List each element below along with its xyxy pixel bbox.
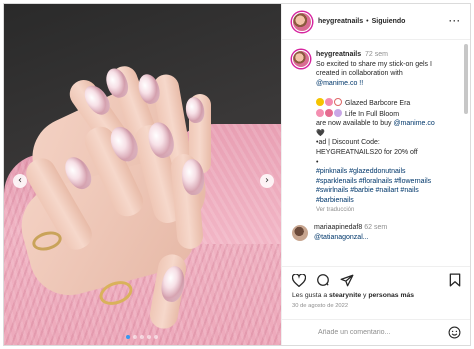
- likes-user[interactable]: stearynite: [329, 292, 361, 299]
- pink-heart-emoji-icon: [325, 97, 333, 106]
- tulip-emoji-icon: [325, 108, 333, 117]
- carousel-dot: [147, 335, 151, 339]
- caption-text: heygreatnails 72 sem So excited to share…: [316, 50, 435, 215]
- caption-mention[interactable]: @manime.co: [393, 120, 434, 127]
- caption-line: created in collaboration with: [316, 70, 403, 78]
- post-modal: ‹ › heygreatnails • Siguiendo ··· heygre…: [3, 3, 471, 346]
- avatar[interactable]: [292, 11, 312, 32]
- post-side-panel: heygreatnails • Siguiendo ··· heygreatna…: [281, 4, 470, 345]
- carousel-dot: [154, 335, 158, 339]
- following-button[interactable]: Siguiendo: [372, 18, 406, 25]
- next-arrow-icon[interactable]: ›: [260, 174, 274, 188]
- black-heart-emoji-icon: 🖤: [316, 129, 325, 137]
- add-comment-input[interactable]: [318, 329, 448, 336]
- caption-area: heygreatnails 72 sem So excited to share…: [282, 41, 462, 259]
- prev-arrow-icon[interactable]: ‹: [13, 174, 27, 188]
- post-date[interactable]: 30 de agosto de 2022: [292, 303, 461, 309]
- sparkle-emoji-icon: [334, 108, 342, 117]
- emoji-smile-icon[interactable]: [448, 326, 461, 339]
- bee-emoji-icon: [316, 97, 324, 106]
- post-image[interactable]: ‹ ›: [4, 4, 281, 345]
- hashtag-line[interactable]: #barbienails: [316, 196, 435, 206]
- likes-text: Les gusta a: [292, 292, 330, 299]
- comment-row: mariaapinedaf8 62 sem @tatianagonzal...: [292, 223, 456, 242]
- carousel-dot: [140, 335, 144, 339]
- carousel-dot: [133, 335, 137, 339]
- caption-line: •: [316, 158, 319, 166]
- scrollbar[interactable]: [464, 44, 468, 114]
- caption-line: •ad | Discount Code:: [316, 139, 380, 147]
- comment-time: 62 sem: [364, 224, 388, 232]
- hashtag-line[interactable]: #pinknails #glazeddonutnails: [316, 167, 435, 177]
- caption-line: Glazed Barbcore Era: [344, 99, 411, 107]
- more-options-icon[interactable]: ···: [449, 16, 461, 26]
- author-username[interactable]: heygreatnails: [318, 18, 363, 25]
- flower-emoji-icon: [316, 108, 324, 117]
- avatar[interactable]: [292, 50, 310, 68]
- caption-line: Life In Full Bloom: [344, 110, 400, 118]
- caption-time: 72 sem: [365, 51, 388, 58]
- caption-line: HEYGREATNAILS20 for 20% off: [316, 148, 418, 156]
- comment-mention[interactable]: @tatianagonzal...: [314, 233, 387, 243]
- comment-username[interactable]: mariaapinedaf8: [314, 224, 362, 231]
- comment-icon[interactable]: [316, 273, 330, 287]
- likes-others[interactable]: personas más: [368, 292, 414, 299]
- caption-username[interactable]: heygreatnails: [316, 51, 361, 58]
- white-heart-emoji-icon: [334, 97, 342, 106]
- bookmark-icon[interactable]: [449, 273, 461, 287]
- avatar[interactable]: [292, 224, 308, 241]
- translation-link[interactable]: Ver traducción: [316, 206, 435, 216]
- caption-mention[interactable]: @manime.co !!: [316, 79, 435, 89]
- hashtag-line[interactable]: #swirlnails #barbie #nailart #nails: [316, 186, 435, 196]
- share-icon[interactable]: [340, 274, 354, 287]
- like-heart-icon[interactable]: [292, 273, 306, 287]
- caption-line: are now available to buy: [316, 120, 394, 128]
- comment-text: mariaapinedaf8 62 sem @tatianagonzal...: [314, 223, 387, 242]
- action-bar: Les gusta a stearynite y personas más 30…: [282, 266, 470, 314]
- likes-summary[interactable]: Les gusta a stearynite y personas más: [292, 292, 461, 299]
- hashtag-line[interactable]: #sparklenails #floralnails #flowernails: [316, 177, 435, 187]
- caption-line: So excited to share my stick-on gels I: [316, 60, 432, 68]
- separator: •: [366, 18, 369, 25]
- carousel-dots: [126, 335, 158, 339]
- post-header: heygreatnails • Siguiendo ···: [282, 4, 470, 40]
- carousel-dot: [126, 335, 130, 339]
- add-comment-bar: [282, 319, 470, 345]
- action-icons: [292, 272, 461, 288]
- caption-row: heygreatnails 72 sem So excited to share…: [292, 50, 456, 215]
